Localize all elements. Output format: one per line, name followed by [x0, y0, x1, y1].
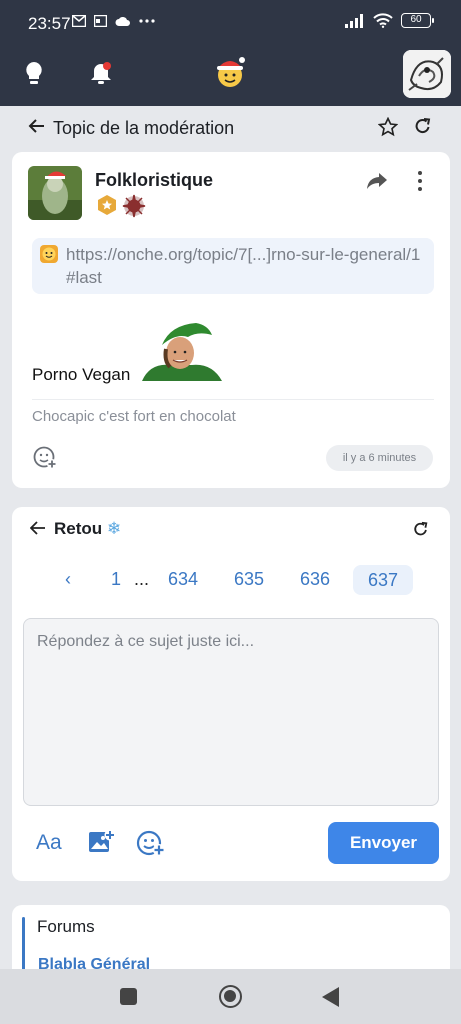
- post-card: Folkloristique https://onche.org/topic/7…: [12, 152, 450, 488]
- notification-bell-icon[interactable]: [90, 60, 116, 88]
- post-author-avatar[interactable]: [28, 166, 82, 220]
- user-avatar[interactable]: [403, 50, 451, 98]
- add-image-icon[interactable]: [88, 829, 116, 855]
- lightbulb-icon[interactable]: [23, 60, 45, 88]
- status-time: 23:57: [28, 14, 71, 33]
- refresh-icon[interactable]: [413, 117, 432, 136]
- refresh-icon[interactable]: [412, 521, 429, 538]
- reply-card: Retou ❄ ‹ 1 ... 634 635 636 637 Aa Envoy…: [12, 507, 450, 881]
- post-link[interactable]: https://onche.org/topic/7[...]rno-sur-le…: [66, 243, 426, 289]
- previous-page-icon[interactable]: ‹: [65, 569, 71, 590]
- sticker-caption: Porno Vegan: [32, 365, 131, 384]
- post-signature: Chocapic c'est fort en chocolat: [32, 408, 236, 425]
- more-notifications-icon: [139, 19, 155, 23]
- signal-icon: [345, 13, 363, 28]
- topic-title: Topic de la modération: [53, 118, 235, 138]
- spiky-badge-icon: [122, 194, 146, 218]
- gmail-icon: [72, 15, 86, 27]
- favorite-star-icon[interactable]: [378, 117, 398, 137]
- sticker-image: [142, 323, 222, 381]
- pagination: ‹ 1 ... 634 635 636 637: [12, 565, 450, 595]
- forums-title: Forums: [37, 917, 95, 936]
- gold-star-badge-icon: [98, 195, 116, 215]
- calendar-icon: [94, 15, 107, 27]
- snowflake-icon: ❄: [107, 519, 122, 538]
- add-reaction-icon[interactable]: [32, 444, 58, 470]
- status-bar: 23:57 60: [0, 0, 461, 48]
- santa-emoji-logo-icon[interactable]: [212, 54, 248, 90]
- app-bar: [0, 48, 461, 106]
- text-format-button[interactable]: Aa: [36, 831, 62, 855]
- share-icon[interactable]: [366, 172, 388, 190]
- link-preview[interactable]: https://onche.org/topic/7[...]rno-sur-le…: [32, 238, 434, 294]
- reply-title: Retou: [54, 519, 103, 538]
- add-emoji-icon[interactable]: [136, 829, 166, 857]
- current-page[interactable]: 637: [353, 565, 413, 595]
- back-arrow-icon[interactable]: [28, 118, 46, 134]
- system-back-icon[interactable]: [322, 987, 339, 1007]
- send-button[interactable]: Envoyer: [328, 822, 439, 864]
- page-link-635[interactable]: 635: [234, 569, 264, 590]
- battery-icon: 60: [401, 13, 434, 28]
- system-nav-bar: [0, 969, 461, 1024]
- emoji-sticker-icon: [40, 245, 58, 263]
- divider: [32, 399, 434, 400]
- post-timestamp: il y a 6 minutes: [326, 445, 433, 471]
- recent-apps-icon[interactable]: [120, 988, 137, 1005]
- cloud-icon: [115, 16, 130, 26]
- wifi-icon: [373, 13, 393, 28]
- page-link-1[interactable]: 1: [111, 569, 121, 590]
- more-options-icon[interactable]: [412, 170, 428, 192]
- page-link-636[interactable]: 636: [300, 569, 330, 590]
- home-icon[interactable]: [219, 985, 242, 1008]
- post-author-name[interactable]: Folkloristique: [95, 170, 213, 191]
- back-arrow-icon[interactable]: [30, 521, 46, 535]
- topic-header: Topic de la modération: [0, 106, 461, 150]
- page-ellipsis: ...: [134, 569, 150, 589]
- reply-textarea[interactable]: [23, 618, 439, 806]
- page-link-634[interactable]: 634: [168, 569, 198, 590]
